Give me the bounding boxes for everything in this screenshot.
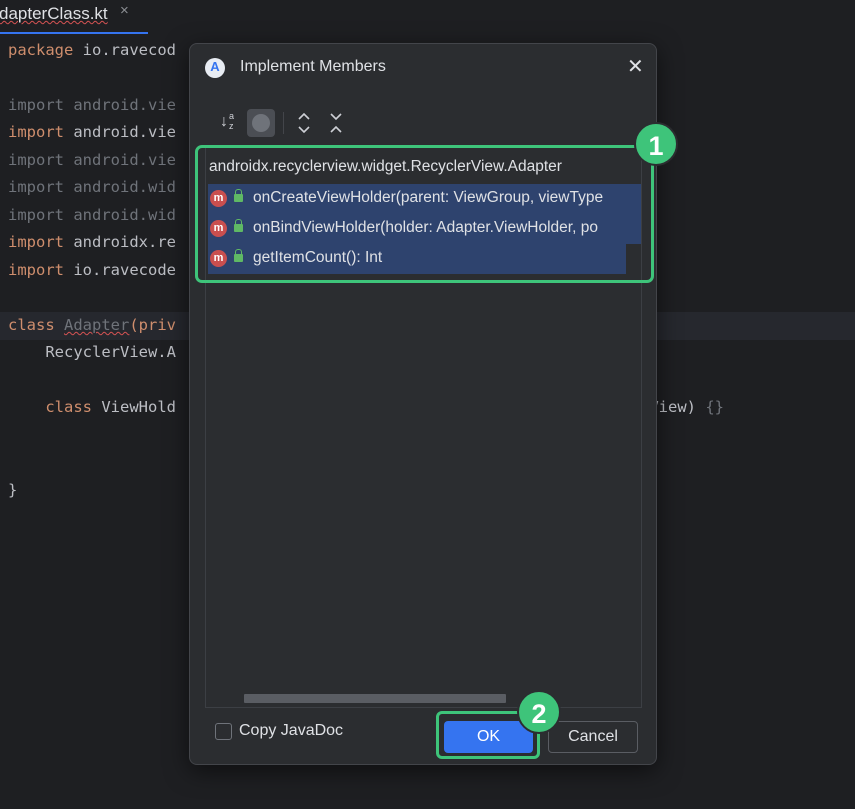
code-line-import: import android.vie <box>8 151 176 169</box>
horizontal-scrollbar[interactable] <box>244 694 506 703</box>
code-line-import: import android.wid <box>8 206 176 224</box>
code-line-import: import android.vie <box>8 123 176 141</box>
editor-tab-label: dapterClass.kt <box>0 4 108 23</box>
code-line-import: import android.vie <box>8 96 176 114</box>
code-line-class-decl: class Adapter(priv <box>8 316 177 334</box>
code-line-package: package io.ravecod <box>8 41 176 59</box>
android-studio-logo-icon: A <box>205 58 225 78</box>
close-icon[interactable]: ✕ <box>627 57 644 77</box>
editor-tab-bar: dapterClass.kt × <box>0 0 855 34</box>
copy-javadoc-checkbox[interactable] <box>215 723 232 740</box>
editor-tab-adapterclass[interactable]: dapterClass.kt × <box>0 0 148 34</box>
dialog-title: Implement Members <box>240 58 386 75</box>
code-line-closing-brace: } <box>8 481 18 499</box>
code-line-import: import android.wid <box>8 178 176 196</box>
annotation-highlight-members <box>195 145 654 283</box>
expand-all-icon[interactable] <box>294 111 314 135</box>
code-line-inner-class: class ViewHold <box>8 398 176 416</box>
dialog-toolbar: ↓ a z <box>218 109 358 137</box>
show-classes-icon[interactable] <box>247 109 275 137</box>
copy-javadoc-label[interactable]: Copy JavaDoc <box>239 722 343 740</box>
toolbar-divider <box>283 112 284 134</box>
cancel-button[interactable]: Cancel <box>548 721 638 753</box>
annotation-badge-2: 2 <box>517 690 561 734</box>
sort-alphabetically-icon[interactable]: ↓ a z <box>218 111 242 134</box>
collapse-all-icon[interactable] <box>326 111 346 135</box>
tab-close-icon[interactable]: × <box>120 2 129 19</box>
code-line-superclass: RecyclerView.A <box>8 343 176 361</box>
annotation-badge-1: 1 <box>634 122 678 166</box>
code-line-import: import io.ravecode <box>8 261 176 279</box>
code-line-import: import androidx.re <box>8 233 176 251</box>
